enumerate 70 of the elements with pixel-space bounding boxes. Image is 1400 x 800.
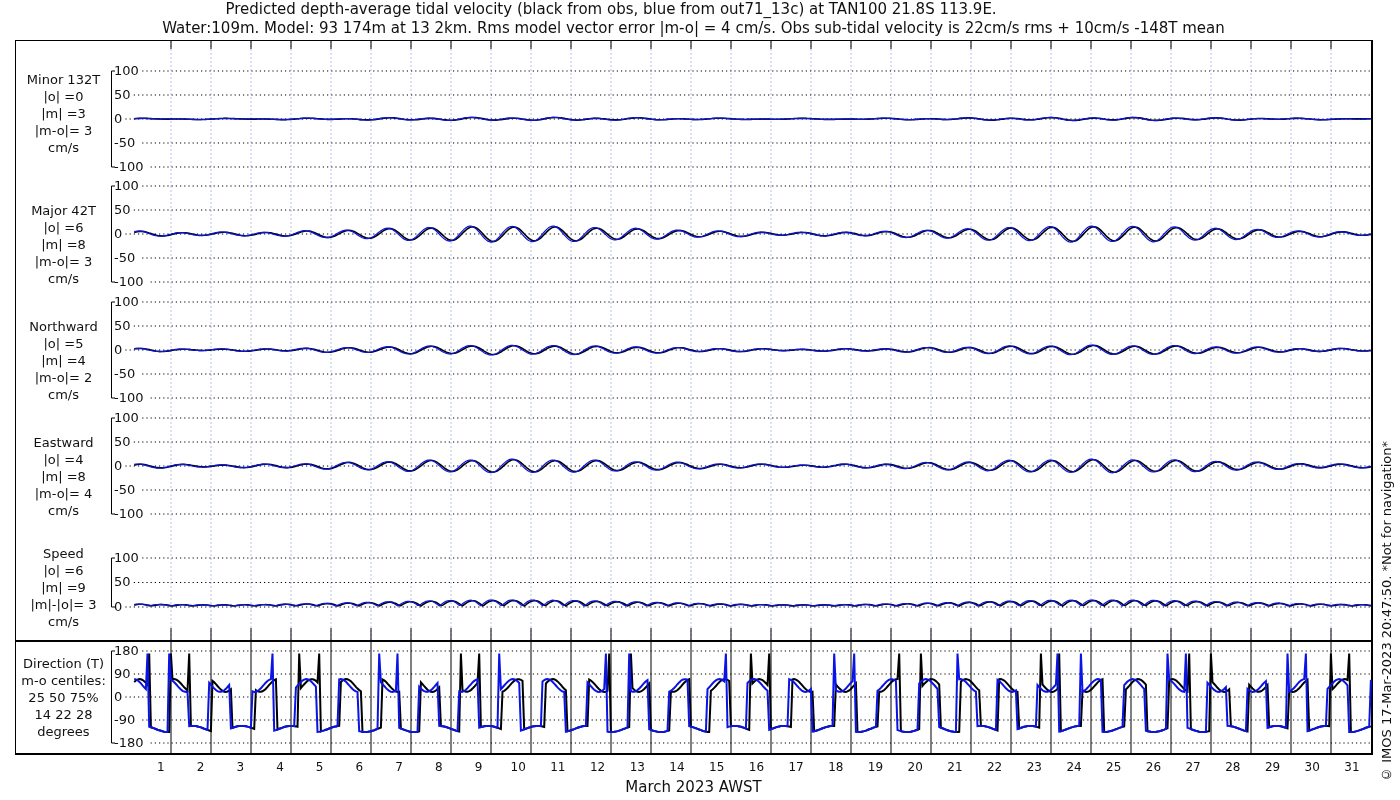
axis-tick-label: 28 — [1224, 760, 1242, 774]
axis-tick-label: 27 — [1184, 760, 1202, 774]
chart-subtitle: Water:109m. Model: 93 174m at 13 2km. Rms model vector error |m-o| = 4 cm/s. Obs sub-tidal velocity is 22cm/s rms + 10cm/s -148T mean — [162, 19, 1225, 38]
axis-tick-label: -100 — [114, 389, 144, 405]
axis-tick-label: -50 — [114, 481, 136, 497]
axis-tick-label: 0 — [114, 341, 123, 357]
axis-tick-label: -100 — [114, 158, 144, 174]
axis-tick-label: -100 — [114, 505, 144, 521]
chart-title: Predicted depth-average tidal velocity (black from obs, blue from out71_13c) at TAN100 21.8S 113.9E. — [225, 0, 998, 19]
axis-tick-label: 31 — [1343, 760, 1361, 774]
axis-tick-label: 26 — [1144, 760, 1163, 774]
axis-tick-label: 1 — [156, 760, 166, 774]
axis-tick-label: -50 — [114, 365, 136, 381]
axis-tick-label: 15 — [708, 760, 726, 774]
axis-tick-label: 8 — [433, 760, 444, 774]
axis-tick-label: 20 — [906, 760, 924, 774]
axis-tick-label: -90 — [114, 711, 136, 727]
axis-tick-label: 50 — [114, 201, 131, 217]
axis-tick-label: -180 — [114, 734, 144, 750]
axis-tick-label: 0 — [114, 225, 123, 241]
axis-tick-label: 23 — [1025, 760, 1043, 774]
axis-tick-label: 50 — [114, 86, 131, 102]
axis-tick-label: 100 — [114, 549, 139, 565]
panel-label: Eastward |o| =4 |m| =8 |m-o|= 4 cm/s — [33, 433, 94, 519]
axis-tick-label: 12 — [588, 760, 607, 774]
panel-label: Minor 132T |o| =0 |m| =3 |m-o|= 3 cm/s — [26, 71, 101, 156]
axis-tick-label: 100 — [114, 409, 139, 425]
axis-tick-label: 2 — [195, 760, 206, 774]
axis-tick-label: 3 — [235, 760, 246, 774]
axis-tick-label: 6 — [354, 760, 365, 774]
axis-tick-label: 90 — [114, 665, 131, 681]
axis-tick-label: 10 — [509, 760, 527, 774]
panel-label: Northward |o| =5 |m| =4 |m-o|= 2 cm/s — [29, 317, 98, 403]
panel-label: Speed |o| =6 |m| =9 |m|-|o|= 3 cm/s — [30, 544, 97, 630]
axis-tick-label: 21 — [946, 760, 964, 774]
axis-tick-label: 0 — [114, 110, 123, 126]
axis-tick-label: 7 — [394, 760, 404, 774]
axis-tick-label: 5 — [314, 760, 325, 774]
axis-tick-label: 11 — [549, 760, 567, 774]
axis-tick-label: 29 — [1263, 760, 1282, 774]
axis-tick-label: 17 — [787, 760, 805, 774]
axis-tick-label: 25 — [1105, 760, 1123, 774]
axis-tick-label: -50 — [114, 134, 136, 150]
axis-tick-label: 4 — [275, 760, 285, 774]
axis-tick-label: 0 — [114, 598, 123, 614]
axis-tick-label: 0 — [114, 688, 123, 704]
axis-tick-label: 19 — [866, 760, 885, 774]
axis-tick-label: -100 — [114, 273, 144, 289]
axis-tick-label: 13 — [628, 760, 646, 774]
axis-tick-label: 100 — [114, 177, 139, 193]
panel-label: Major 42T |o| =6 |m| =8 |m-o|= 3 cm/s — [31, 201, 96, 287]
axis-tick-label: 100 — [114, 293, 139, 309]
axis-tick-label: -50 — [114, 249, 136, 265]
panel-label: Direction (T) m-o centiles: 25 50 75% 14 22 28 degrees — [21, 655, 106, 740]
axis-tick-label: 14 — [668, 760, 686, 774]
axis-tick-label: 180 — [114, 642, 139, 658]
axis-tick-label: 50 — [114, 317, 131, 333]
axis-tick-label: 22 — [985, 760, 1004, 774]
axis-title: March 2023 AWST — [625, 778, 762, 796]
y-axis — [111, 557, 116, 608]
axis-tick-label: 9 — [473, 760, 484, 774]
axis-tick-label: 30 — [1303, 760, 1321, 774]
axis-tick-label: 18 — [827, 760, 845, 774]
copyright-note: © IMOS 17-Mar-2023 20:47:50. *Not for navigation* — [1378, 441, 1394, 782]
axis-tick-label: 50 — [114, 433, 131, 449]
axis-tick-label: 100 — [114, 62, 139, 78]
axis-tick-label: 24 — [1065, 760, 1083, 774]
axis-tick-label: 50 — [114, 574, 131, 589]
axis-tick-label: 0 — [114, 457, 123, 473]
axis-tick-label: 16 — [747, 760, 766, 774]
